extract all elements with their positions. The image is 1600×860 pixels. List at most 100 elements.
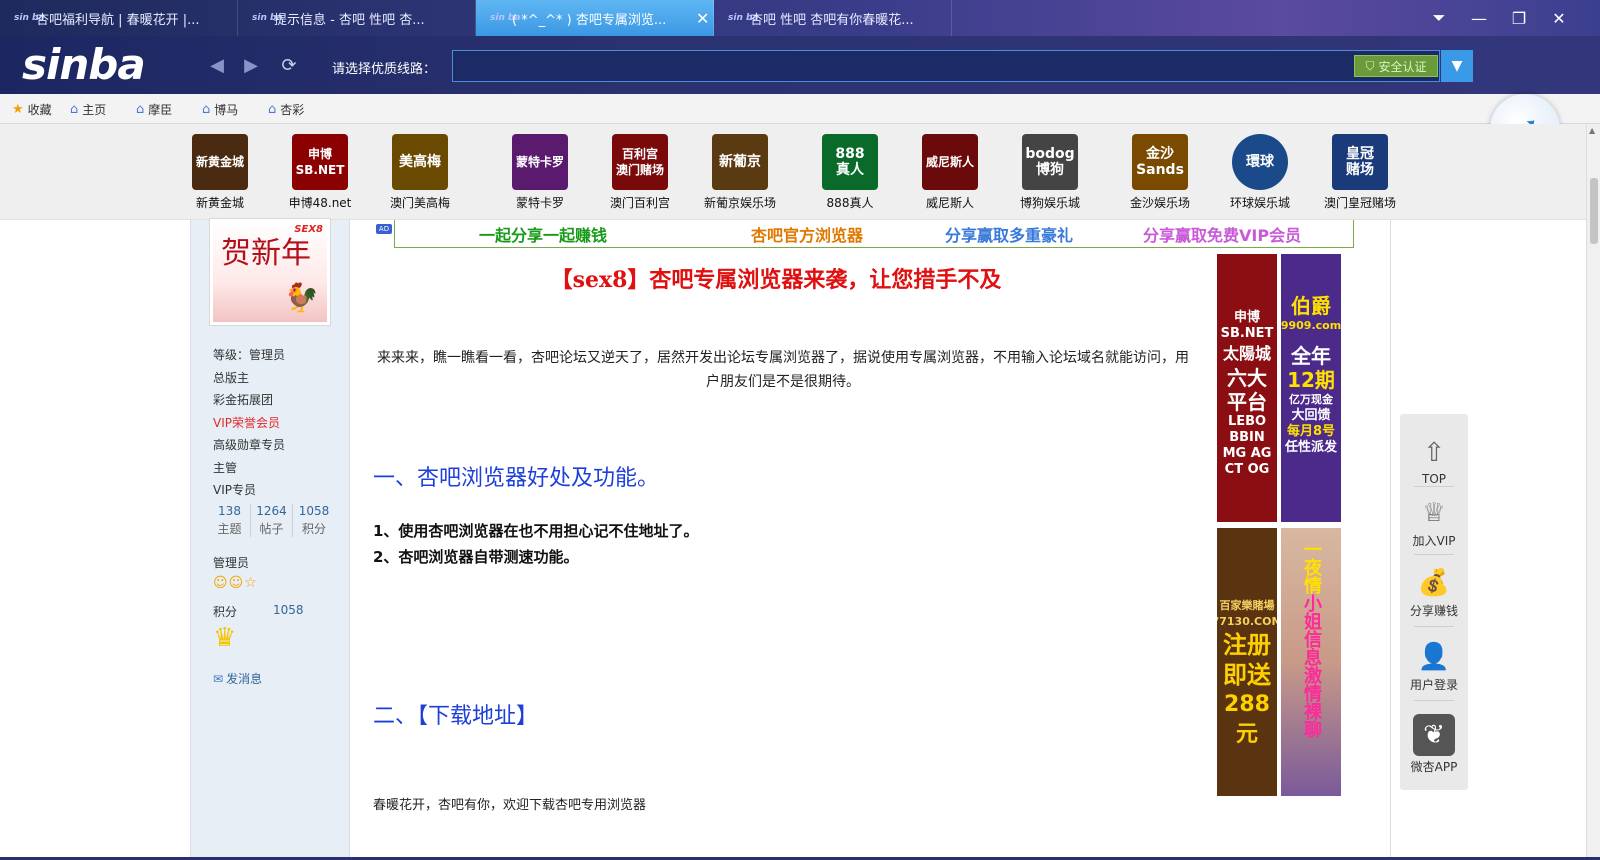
casino-link[interactable]: 皇冠 赌场 澳门皇冠赌场 [1315,134,1405,211]
ad-text: 即送 [1223,661,1271,689]
scrollbar-thumb[interactable] [1590,178,1598,244]
bookmarks-bar: ★ 收藏 ⌂ 主页 ⌂ 摩臣 ⌂ 博马 ⌂ 杏彩 [0,94,1600,124]
app-download-button[interactable]: ❦ 微杏APP [1400,714,1468,775]
casino-link[interactable]: 新黄金城 新黄金城 [175,134,265,211]
ad-banner-baccarat[interactable]: 百家樂賭場 77130.COM 注册 即送 288元 [1217,528,1277,796]
ad-badge: AD [376,224,392,234]
user-login-button[interactable]: 👤 用户登录 [1400,640,1468,693]
casino-name: 环球娱乐城 [1229,196,1290,210]
back-to-top-button[interactable]: ⇧ TOP [1400,436,1468,486]
divider [1414,626,1454,627]
casino-link[interactable]: 申博 SB.NET 申博48.net [275,134,365,211]
bookmark-label: 主页 [82,103,107,117]
crown-icon: ♕ [1422,498,1446,528]
envelope-icon: ✉ [213,671,224,686]
casino-name: 澳门百利宫 [609,196,670,210]
casino-link[interactable]: 百利宫 澳门赌场 澳门百利宫 [595,134,685,211]
address-input[interactable] [452,50,1440,82]
ad-text: 伯爵 [1291,294,1331,318]
casino-logo-icon: 環球 [1232,134,1288,190]
stat-threads[interactable]: 138 主题 [209,504,251,537]
casino-link[interactable]: bodog 博狗 博狗娱乐城 [1005,134,1095,211]
bookmark-favorites[interactable]: ★ 收藏 [12,101,52,118]
user-info-pane: 贺新年 SEX8 🐓 等级：管理员 总版主 彩金拓展团 VIP荣誉会员 高级勋章… [190,218,350,857]
window-close-icon[interactable]: ✕ [1540,0,1578,36]
casino-logo-icon: 美高梅 [392,134,448,190]
maximize-icon[interactable]: ❐ [1500,0,1538,36]
promo-bar: 一起分享一起赚钱 杏吧官方浏览器 分享赢取多重豪礼 分享赢取免费VIP会员 [394,220,1354,248]
stat-posts[interactable]: 1264 帖子 [251,504,293,537]
casino-link[interactable]: 金沙 Sands 金沙娱乐场 [1115,134,1205,211]
stat-number: 1058 [298,504,330,518]
avatar[interactable]: 贺新年 SEX8 🐓 [209,218,331,326]
vertical-scrollbar[interactable]: ▲ [1586,124,1600,857]
app-icon: ❦ [1413,714,1455,756]
casino-link[interactable]: 美高梅 澳门美高梅 [375,134,465,211]
casino-link[interactable]: 888 真人 888真人 [805,134,895,211]
ad-text: 288元 [1224,692,1270,747]
ad-text: 申博 [1233,310,1260,325]
ad-text: 激情裸聊 [1301,666,1322,738]
rank-icons: ☺☺☆ [213,575,258,591]
casino-link[interactable]: 新葡京 新葡京娱乐场 [695,134,785,211]
tab-4[interactable]: sin ba 杏吧 性吧 杏吧有你春暖花... [714,0,952,36]
home-icon: ⌂ [202,102,211,117]
close-icon[interactable]: ✕ [696,9,709,28]
home-icon: ⌂ [70,102,79,117]
ad-banner-bojue[interactable]: 伯爵 9909.com 全年 12期 亿万现金 大回馈 每月8号 任性派发 [1281,254,1341,522]
tab-1[interactable]: sin ba 杏吧福利导航 | 春暖花开 |... [0,0,238,36]
join-vip-button[interactable]: ♕ 加入VIP [1400,496,1468,549]
stat-label: 积分 [301,522,326,536]
scroll-up-icon[interactable]: ▲ [1589,126,1595,135]
user-group: 管理员 [213,556,250,570]
address-dropdown-button[interactable]: ▼ [1441,50,1473,82]
casino-link[interactable]: 威尼斯人 威尼斯人 [905,134,995,211]
casino-logo-icon: 新黄金城 [192,134,248,190]
ad-text: BBIN [1229,430,1265,445]
medal-icon[interactable]: ♛ [213,622,241,654]
route-label: 请选择优质线路： [332,62,437,77]
feature-item: 2、杏吧浏览器自带测速功能。 [373,548,579,566]
tab-3-active[interactable]: sin ba ( *^_^* ) 杏吧专属浏览... ✕ [476,0,714,36]
ad-text: 亿万现金 [1289,393,1333,406]
casino-name: 博狗娱乐城 [1019,196,1080,210]
casino-logo-icon: bodog 博狗 [1022,134,1078,190]
casino-logo-icon: 皇冠 赌场 [1332,134,1388,190]
promo-link[interactable]: 分享赢取多重豪礼 [945,222,1073,246]
ad-banner-shenbo[interactable]: 申博 SB.NET 太陽城 六大 平台 LEBO BBIN MG AG CT O… [1217,254,1277,522]
stat-points[interactable]: 1058 积分 [293,504,335,537]
bookmark-home[interactable]: ⌂ 主页 [70,101,106,118]
bookmark-label: 杏彩 [280,103,305,117]
promo-link[interactable]: 分享赢取免费VIP会员 [1143,222,1301,246]
forward-icon[interactable]: ▶ [238,52,264,78]
menu-dropdown-icon[interactable]: ⏷ [1420,0,1458,36]
star-icon: ★ [12,102,24,117]
back-icon[interactable]: ◀ [204,52,230,78]
stat-label: 帖子 [259,522,284,536]
secure-label: 安全认证 [1378,59,1427,74]
send-message-link[interactable]: ✉ 发消息 [213,670,262,687]
promo-link[interactable]: 杏吧官方浏览器 [751,222,863,246]
user-role: 等级：管理员 [213,348,286,362]
stat-label: 主题 [217,522,242,536]
smile-icon: ☺ [213,575,229,591]
bookmark-boma[interactable]: ⌂ 博马 [202,101,238,118]
rooster-icon: 🐓 [284,281,319,314]
user-role: 彩金拓展团 [213,393,274,407]
home-icon: ⌂ [268,102,277,117]
casino-link[interactable]: 環球 环球娱乐城 [1215,134,1305,211]
secure-badge[interactable]: ⛉ 安全认证 [1354,55,1438,77]
share-earn-button[interactable]: 💰 分享赚钱 [1400,566,1468,619]
ad-text: 12期 [1287,368,1335,392]
minimize-icon[interactable]: — [1460,0,1498,36]
bookmark-mochen[interactable]: ⌂ 摩臣 [136,101,172,118]
ad-banner-chat[interactable]: 一夜情 小姐信息 激情裸聊 [1281,528,1341,796]
chevron-down-icon: ▼ [1451,58,1463,74]
bookmark-xingcai[interactable]: ⌂ 杏彩 [268,101,304,118]
casino-link[interactable]: 蒙特卡罗 蒙特卡罗 [495,134,585,211]
divider [1414,554,1454,555]
tab-2[interactable]: sin ba 提示信息 - 杏吧 性吧 杏... [238,0,476,36]
promo-link[interactable]: 一起分享一起赚钱 [479,222,607,246]
floating-toolbar: ⇧ TOP ♕ 加入VIP 💰 分享赚钱 👤 用户登录 ❦ 微杏APP [1400,414,1468,790]
refresh-icon[interactable]: ⟳ [276,52,302,78]
